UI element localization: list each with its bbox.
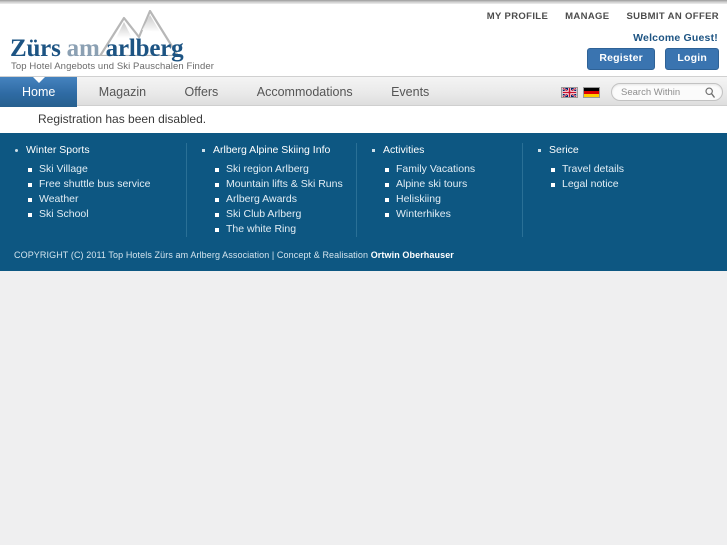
logo-word-1: Zürs xyxy=(10,35,61,62)
logo-wordmark: Zürs am arlberg xyxy=(10,35,184,62)
footer-link-alpine-ski-tours[interactable]: Alpine ski tours xyxy=(371,177,514,192)
site-logo[interactable]: Zürs am arlberg Top Hotel Angebots und S… xyxy=(6,10,216,72)
footer-column-activities: Activities Family Vacations Alpine ski t… xyxy=(356,143,522,237)
footer-link-the-white-ring[interactable]: The white Ring xyxy=(201,222,348,237)
nav-tab-magazin[interactable]: Magazin xyxy=(82,77,163,107)
page-container: Zürs am arlberg Top Hotel Angebots und S… xyxy=(0,4,727,271)
footer-copyright-text: COPYRIGHT (C) 2011 Top Hotels Zürs am Ar… xyxy=(14,250,371,260)
logo-tagline: Top Hotel Angebots und Ski Pauschalen Fi… xyxy=(11,61,214,72)
footer-link-weather[interactable]: Weather xyxy=(14,192,178,207)
util-link-my-profile[interactable]: MY PROFILE xyxy=(487,11,548,22)
footer-list-serice: Travel details Legal notice xyxy=(537,162,719,192)
nav-tab-offers[interactable]: Offers xyxy=(168,77,236,107)
nav-tab-home[interactable]: Home xyxy=(0,77,78,107)
util-link-manage[interactable]: MANAGE xyxy=(565,11,609,22)
nav-tab-accommodations[interactable]: Accommodations xyxy=(240,77,370,107)
footer-column-serice: Serice Travel details Legal notice xyxy=(522,143,727,237)
utility-links: MY PROFILE MANAGE SUBMIT AN OFFER xyxy=(473,11,719,22)
footer-link-travel-details[interactable]: Travel details xyxy=(537,162,719,177)
footer-heading-activities[interactable]: Activities xyxy=(371,143,514,157)
main-navigation: Home Magazin Offers Accommodations Event… xyxy=(0,76,727,107)
footer-link-mountain-lifts-ski-runs[interactable]: Mountain lifts & Ski Runs xyxy=(201,177,348,192)
site-footer: Winter Sports Ski Village Free shuttle b… xyxy=(0,133,727,271)
footer-link-ski-club-arlberg[interactable]: Ski Club Arlberg xyxy=(201,207,348,222)
footer-link-ski-village[interactable]: Ski Village xyxy=(14,162,178,177)
content-area: Registration has been disabled. xyxy=(0,106,727,133)
page-background-below-fold xyxy=(0,271,727,545)
search-icon[interactable] xyxy=(705,87,715,98)
footer-link-ski-region-arlberg[interactable]: Ski region Arlberg xyxy=(201,162,348,177)
logo-word-3: arlberg xyxy=(105,35,184,62)
footer-heading-serice[interactable]: Serice xyxy=(537,143,719,157)
footer-heading-winter-sports[interactable]: Winter Sports xyxy=(14,143,178,157)
nav-right-tools xyxy=(561,77,723,107)
footer-link-family-vacations[interactable]: Family Vacations xyxy=(371,162,514,177)
footer-link-ski-school[interactable]: Ski School xyxy=(14,207,178,222)
flag-uk-icon[interactable] xyxy=(561,86,578,98)
registration-notice: Registration has been disabled. xyxy=(38,112,207,126)
site-header: Zürs am arlberg Top Hotel Angebots und S… xyxy=(0,4,727,76)
footer-link-legal-notice[interactable]: Legal notice xyxy=(537,177,719,192)
footer-heading-arlberg-alpine-skiing-info[interactable]: Arlberg Alpine Skiing Info xyxy=(201,143,348,157)
footer-list-activities: Family Vacations Alpine ski tours Helisk… xyxy=(371,162,514,222)
util-link-submit-an-offer[interactable]: SUBMIT AN OFFER xyxy=(626,11,719,22)
search-input[interactable] xyxy=(621,84,703,100)
search-box[interactable] xyxy=(611,83,723,101)
logo-word-2: am xyxy=(66,35,100,62)
footer-list-arlberg-alpine-skiing-info: Ski region Arlberg Mountain lifts & Ski … xyxy=(201,162,348,237)
footer-column-arlberg-alpine-skiing-info: Arlberg Alpine Skiing Info Ski region Ar… xyxy=(186,143,356,237)
auth-buttons: Register Login xyxy=(581,48,719,70)
footer-link-winterhikes[interactable]: Winterhikes xyxy=(371,207,514,222)
register-button[interactable]: Register xyxy=(587,48,655,70)
footer-list-winter-sports: Ski Village Free shuttle bus service Wea… xyxy=(14,162,178,222)
footer-column-winter-sports: Winter Sports Ski Village Free shuttle b… xyxy=(0,143,186,237)
footer-link-arlberg-awards[interactable]: Arlberg Awards xyxy=(201,192,348,207)
footer-copyright-author[interactable]: Ortwin Oberhauser xyxy=(371,250,454,260)
welcome-message: Welcome Guest! xyxy=(633,32,718,44)
login-button[interactable]: Login xyxy=(665,48,719,70)
footer-link-heliskiing[interactable]: Heliskiing xyxy=(371,192,514,207)
footer-columns: Winter Sports Ski Village Free shuttle b… xyxy=(0,143,727,243)
nav-tab-events[interactable]: Events xyxy=(374,77,446,107)
flag-de-icon[interactable] xyxy=(583,86,600,98)
footer-link-free-shuttle-bus-service[interactable]: Free shuttle bus service xyxy=(14,177,178,192)
footer-copyright: COPYRIGHT (C) 2011 Top Hotels Zürs am Ar… xyxy=(0,243,727,271)
